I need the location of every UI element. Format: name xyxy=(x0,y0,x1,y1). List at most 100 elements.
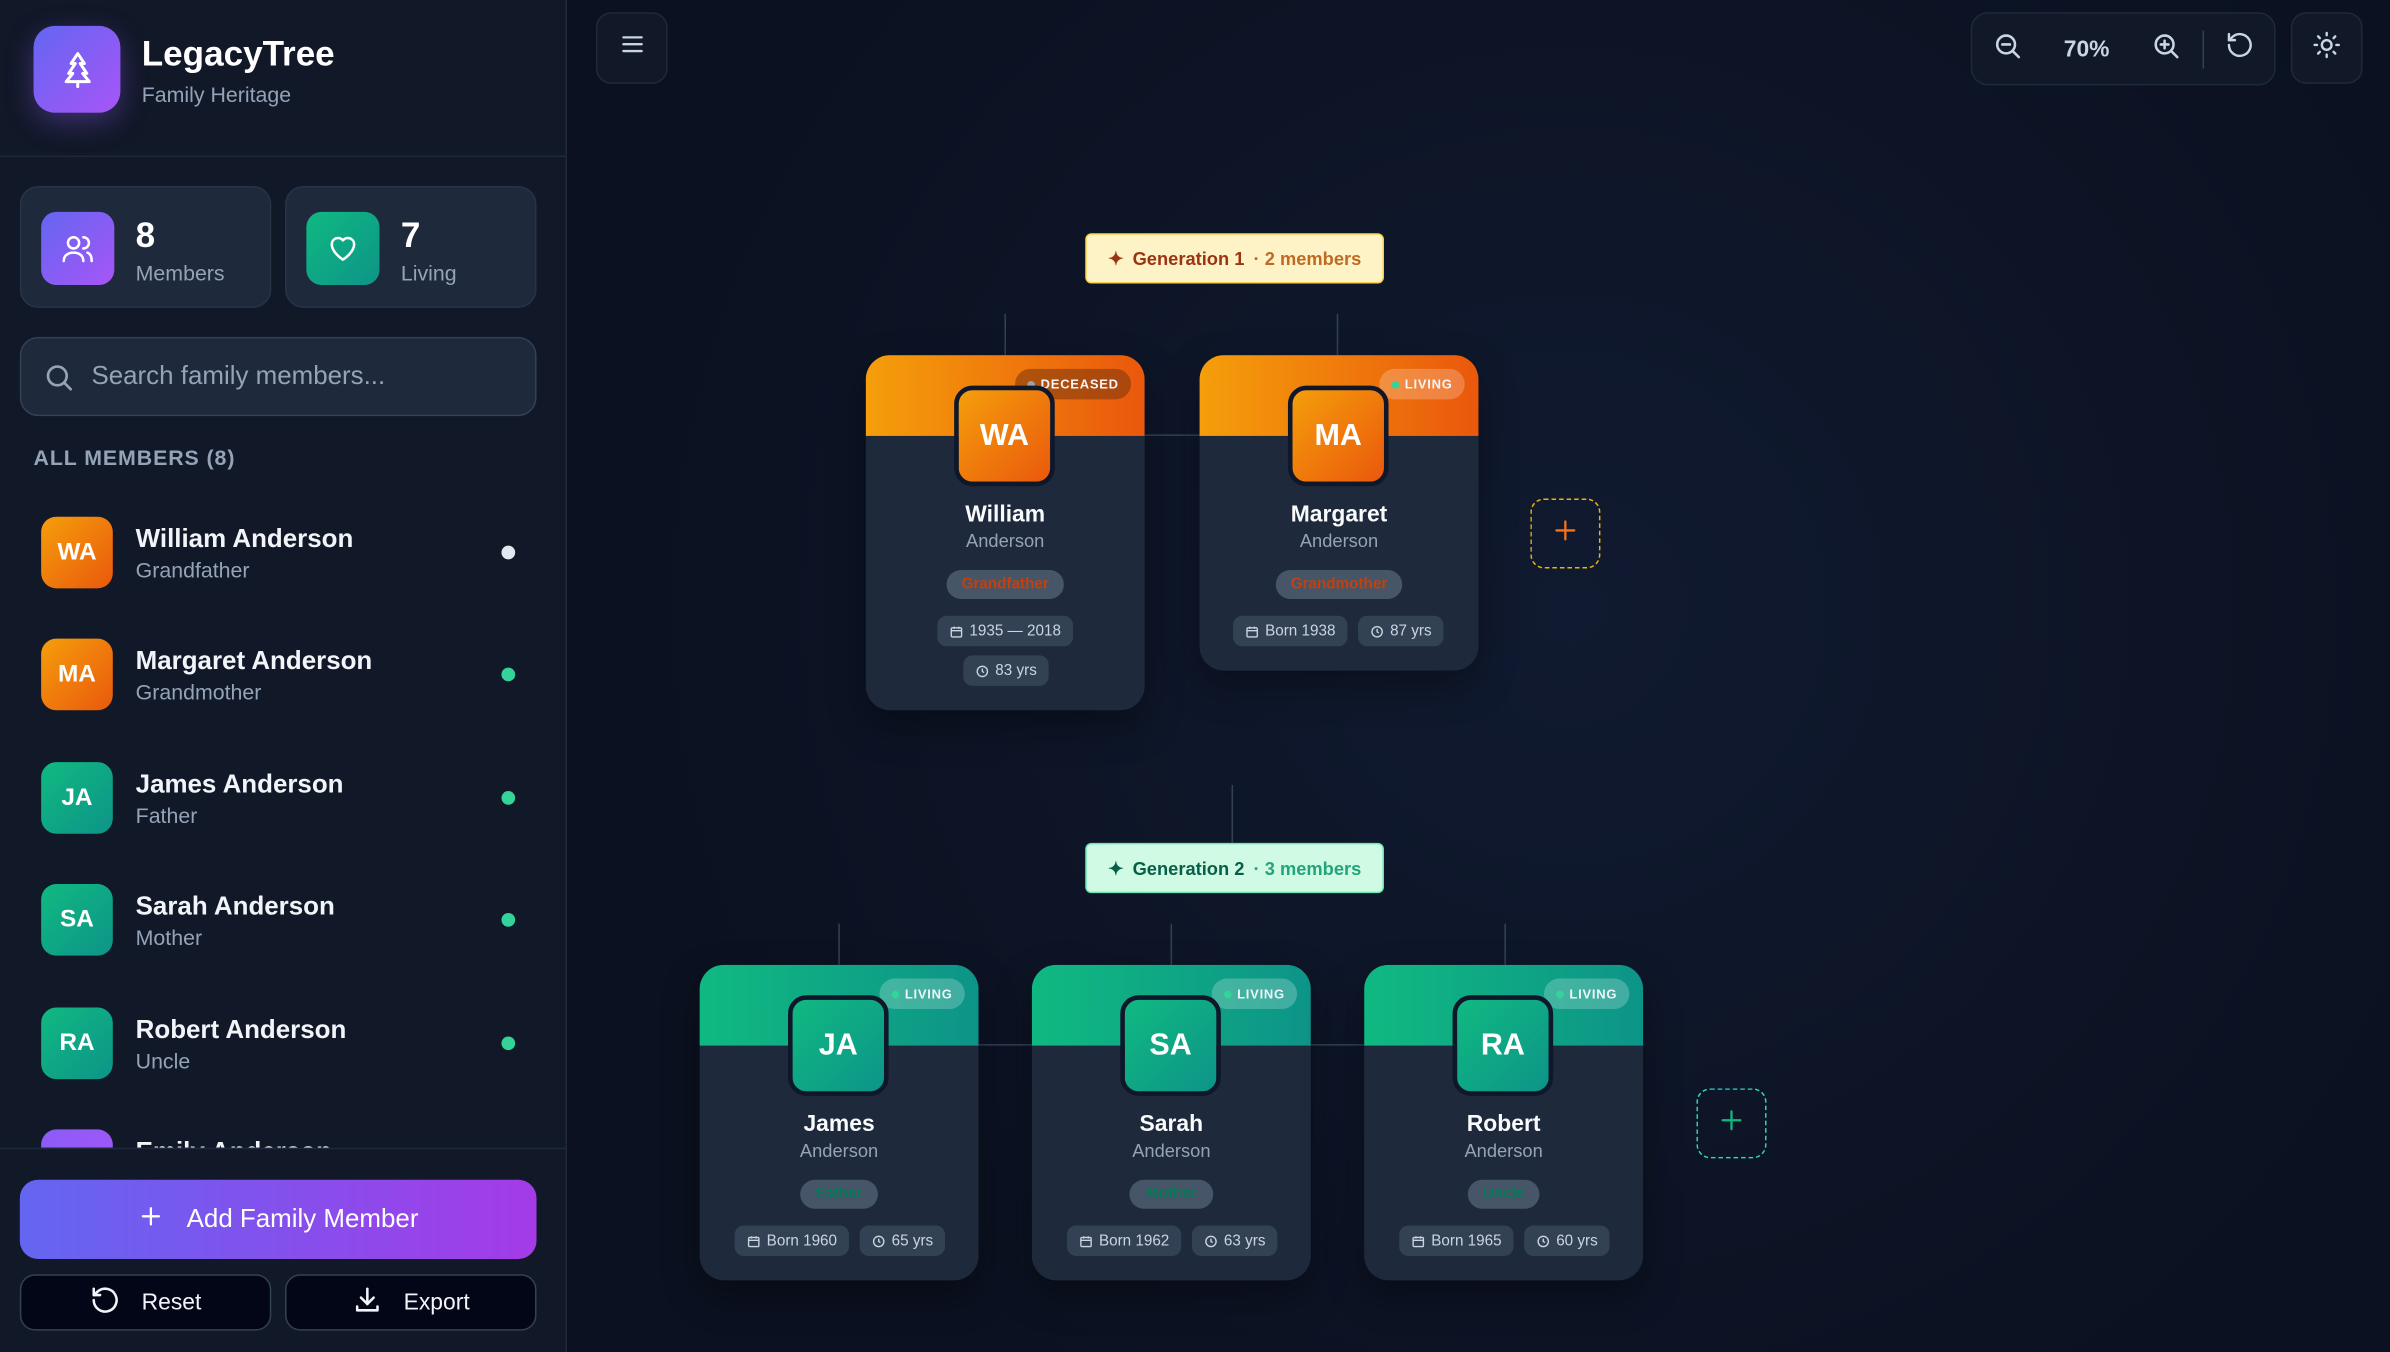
zoom-in-icon xyxy=(2151,30,2181,68)
clock-icon xyxy=(872,1234,885,1247)
rotate-ccw-icon xyxy=(90,1284,120,1321)
stat-living-label: Living xyxy=(400,260,457,286)
add-family-member-button[interactable]: Add Family Member xyxy=(19,1179,537,1259)
member-last-name: Anderson xyxy=(799,1140,879,1162)
status-dot xyxy=(501,1036,516,1051)
status-badge: LIVING xyxy=(878,978,965,1010)
generation-label: Generation 1 xyxy=(1132,247,1245,270)
list-item[interactable]: EA Emily Anderson xyxy=(20,1104,537,1148)
member-role: Grandfather xyxy=(135,557,250,583)
member-card[interactable]: LIVING RA Robert Anderson Uncle Born 196… xyxy=(1364,964,1644,1281)
plus-icon xyxy=(1550,514,1580,552)
role-badge: Grandmother xyxy=(1275,570,1403,600)
list-item[interactable]: MA Margaret Anderson Grandmother xyxy=(20,613,537,720)
list-item[interactable]: SA Sarah Anderson Mother xyxy=(20,858,537,965)
member-role: Mother xyxy=(135,925,203,950)
member-card[interactable]: LIVING SA Sarah Anderson Mother Born 196… xyxy=(1031,964,1311,1281)
menu-icon xyxy=(618,30,645,65)
sparkle-icon: ✦ xyxy=(1108,247,1124,270)
search-icon xyxy=(43,361,75,401)
avatar: EA xyxy=(41,1129,113,1148)
zoom-in-button[interactable] xyxy=(2131,14,2201,84)
role-badge: Grandfather xyxy=(946,570,1064,600)
status-dot xyxy=(501,545,516,560)
avatar: MA xyxy=(41,638,113,711)
members-section-title: ALL MEMBERS (8) xyxy=(33,445,236,470)
dates-pill: Born 1962 xyxy=(1066,1225,1182,1256)
dates-pill: Born 1938 xyxy=(1233,615,1348,647)
clock-icon xyxy=(1205,1234,1217,1247)
search-input[interactable] xyxy=(91,338,526,415)
reset-button[interactable]: Reset xyxy=(19,1274,272,1331)
role-badge: Mother xyxy=(1129,1179,1214,1209)
tree-canvas[interactable]: 70% ✦ Generation 1 · 2 members DECEASED … xyxy=(567,0,2390,1352)
export-button[interactable]: Export xyxy=(285,1274,537,1331)
add-sibling-button[interactable] xyxy=(1696,1088,1767,1159)
member-first-name: William xyxy=(965,501,1046,528)
reset-label: Reset xyxy=(141,1289,202,1316)
avatar: JA xyxy=(41,762,113,834)
calendar-icon xyxy=(1080,1235,1092,1247)
sparkle-icon: ✦ xyxy=(1108,857,1124,879)
reset-view-button[interactable] xyxy=(2204,14,2274,84)
app-title: LegacyTree xyxy=(141,33,335,74)
member-card[interactable]: LIVING MA Margaret Anderson Grandmother … xyxy=(1199,355,1479,671)
zoom-level: 70% xyxy=(2063,35,2110,62)
add-family-member-label: Add Family Member xyxy=(186,1204,419,1234)
calendar-icon xyxy=(1246,625,1258,637)
age-pill: 87 yrs xyxy=(1358,615,1444,647)
export-label: Export xyxy=(403,1289,470,1316)
list-item[interactable]: RA Robert Anderson Uncle xyxy=(20,982,537,1089)
clock-icon xyxy=(1537,1234,1550,1247)
member-name: Sarah Anderson xyxy=(135,891,335,921)
sun-icon xyxy=(2312,30,2341,67)
age-pill: 60 yrs xyxy=(1524,1225,1610,1256)
generation-badge: ✦ Generation 1 · 2 members xyxy=(1085,233,1385,284)
connector-line xyxy=(838,923,840,965)
app-subtitle: Family Heritage xyxy=(141,82,292,107)
generation-badge: ✦ Generation 2 · 3 members xyxy=(1085,842,1385,894)
member-name: James Anderson xyxy=(135,769,344,799)
calendar-icon xyxy=(747,1235,760,1247)
role-badge: Uncle xyxy=(1467,1179,1540,1209)
dates-pill: Born 1960 xyxy=(734,1225,850,1256)
member-first-name: James xyxy=(803,1111,875,1138)
brand-header: LegacyTree Family Heritage xyxy=(0,0,566,157)
status-dot xyxy=(501,912,516,927)
member-list: WA William Anderson Grandfather MA Marga… xyxy=(0,491,565,1148)
connector-line xyxy=(1004,313,1006,356)
generation-count: · 2 members xyxy=(1253,247,1362,270)
plus-icon xyxy=(1716,1104,1746,1142)
zoom-out-button[interactable] xyxy=(1972,14,2042,84)
generation-count: · 3 members xyxy=(1253,857,1362,879)
member-name: Margaret Anderson xyxy=(135,646,373,676)
list-item[interactable]: WA William Anderson Grandfather xyxy=(20,491,537,598)
sidebar-footer: Add Family Member Reset Export xyxy=(0,1147,566,1352)
add-spouse-button[interactable] xyxy=(1530,498,1601,569)
member-name: Robert Anderson xyxy=(135,1015,347,1045)
role-badge: Father xyxy=(800,1179,878,1209)
stat-members-label: Members xyxy=(135,260,225,286)
age-pill: 63 yrs xyxy=(1191,1225,1278,1256)
connector-line xyxy=(1231,784,1234,843)
member-role: Father xyxy=(135,803,198,828)
avatar: SA xyxy=(41,884,113,956)
users-icon xyxy=(41,211,115,286)
rotate-ccw-icon xyxy=(2225,30,2254,67)
member-last-name: Anderson xyxy=(966,530,1045,552)
age-pill: 83 yrs xyxy=(963,655,1050,686)
menu-button[interactable] xyxy=(595,12,668,84)
status-dot xyxy=(501,667,516,682)
member-name: Emily Anderson xyxy=(136,1137,332,1148)
search-box xyxy=(19,336,537,417)
status-badge: LIVING xyxy=(1378,368,1465,400)
list-item[interactable]: JA James Anderson Father xyxy=(20,736,537,843)
member-role: Grandmother xyxy=(135,679,262,705)
connector-line xyxy=(1336,313,1339,356)
member-card[interactable]: DECEASED WA William Anderson Grandfather… xyxy=(865,355,1145,711)
connector-line xyxy=(1170,923,1173,965)
theme-toggle-button[interactable] xyxy=(2290,12,2363,84)
clock-icon xyxy=(976,664,989,677)
zoom-out-icon xyxy=(1992,30,2022,68)
member-card[interactable]: LIVING JA James Anderson Father Born 196… xyxy=(699,964,979,1281)
